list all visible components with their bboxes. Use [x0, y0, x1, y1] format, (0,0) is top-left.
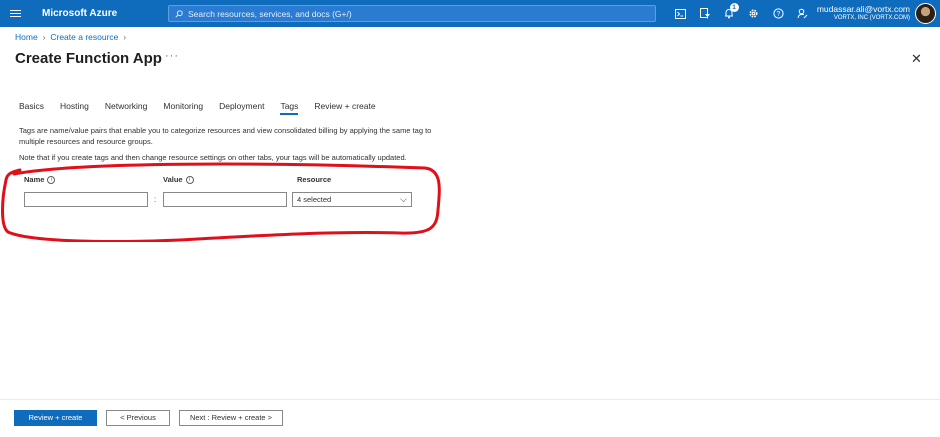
- brand-title[interactable]: Microsoft Azure: [42, 8, 160, 19]
- info-icon[interactable]: i: [47, 175, 56, 184]
- tab-hosting[interactable]: Hosting: [60, 101, 89, 115]
- tags-description: Tags are name/value pairs that enable yo…: [19, 126, 432, 146]
- more-options-icon[interactable]: ···: [165, 50, 179, 62]
- tags-note: Note that if you create tags and then ch…: [19, 153, 407, 162]
- breadcrumb-create-resource[interactable]: Create a resource: [50, 32, 118, 42]
- search-placeholder: Search resources, services, and docs (G+…: [188, 8, 352, 19]
- account-tenant: VORTX, INC (VORTX.COM): [833, 15, 910, 21]
- chevron-right-icon: ›: [42, 32, 46, 42]
- tab-review-create[interactable]: Review + create: [314, 101, 375, 115]
- resource-selected-value: 4 selected: [297, 195, 332, 204]
- help-icon[interactable]: ?: [766, 0, 791, 27]
- tab-networking[interactable]: Networking: [105, 101, 148, 115]
- avatar[interactable]: [915, 3, 936, 24]
- tab-tags[interactable]: Tags: [280, 101, 298, 115]
- tab-monitoring[interactable]: Monitoring: [163, 101, 203, 115]
- account-info[interactable]: mudassar.ali@vortx.com VORTX, INC (VORTX…: [817, 4, 910, 21]
- tab-deployment[interactable]: Deployment: [219, 101, 264, 115]
- svg-text:?: ?: [776, 11, 780, 18]
- page-title: Create Function App: [15, 50, 162, 67]
- tab-basics[interactable]: Basics: [19, 101, 44, 115]
- resource-dropdown[interactable]: 4 selected ⌵: [292, 192, 412, 207]
- info-icon[interactable]: i: [185, 175, 194, 184]
- review-create-button[interactable]: Review + create: [14, 410, 97, 426]
- tag-name-input[interactable]: [24, 192, 148, 207]
- name-value-separator: :: [154, 195, 157, 204]
- gear-icon[interactable]: [742, 0, 767, 27]
- wizard-tabs: Basics Hosting Networking Monitoring Dep…: [19, 101, 392, 115]
- breadcrumb: Home › Create a resource ›: [15, 32, 126, 42]
- tag-value-input[interactable]: [163, 192, 287, 207]
- chevron-down-icon: ⌵: [400, 194, 407, 204]
- directory-filter-icon[interactable]: [693, 0, 718, 27]
- top-bar-icons: 1 ?: [668, 0, 815, 27]
- value-column-header: Value i: [163, 175, 194, 184]
- breadcrumb-home[interactable]: Home: [15, 32, 38, 42]
- resource-column-header: Resource: [297, 175, 331, 184]
- previous-button[interactable]: < Previous: [106, 410, 170, 426]
- search-box[interactable]: Search resources, services, and docs (G+…: [168, 5, 656, 22]
- close-icon[interactable]: ✕: [911, 51, 922, 67]
- hamburger-menu-icon[interactable]: [0, 0, 30, 27]
- feedback-icon[interactable]: [791, 0, 816, 27]
- name-header-label: Name: [24, 175, 45, 184]
- value-header-label: Value: [163, 175, 183, 184]
- resource-header-label: Resource: [297, 175, 332, 184]
- chevron-right-icon: ›: [123, 32, 127, 42]
- notifications-button[interactable]: 1: [717, 0, 742, 27]
- next-button[interactable]: Next : Review + create >: [179, 410, 283, 426]
- notification-count-badge: 1: [729, 3, 739, 12]
- search-icon: [175, 9, 183, 18]
- account-email: mudassar.ali@vortx.com: [816, 4, 910, 14]
- name-column-header: Name i: [24, 175, 56, 184]
- cloud-shell-icon[interactable]: [668, 0, 693, 27]
